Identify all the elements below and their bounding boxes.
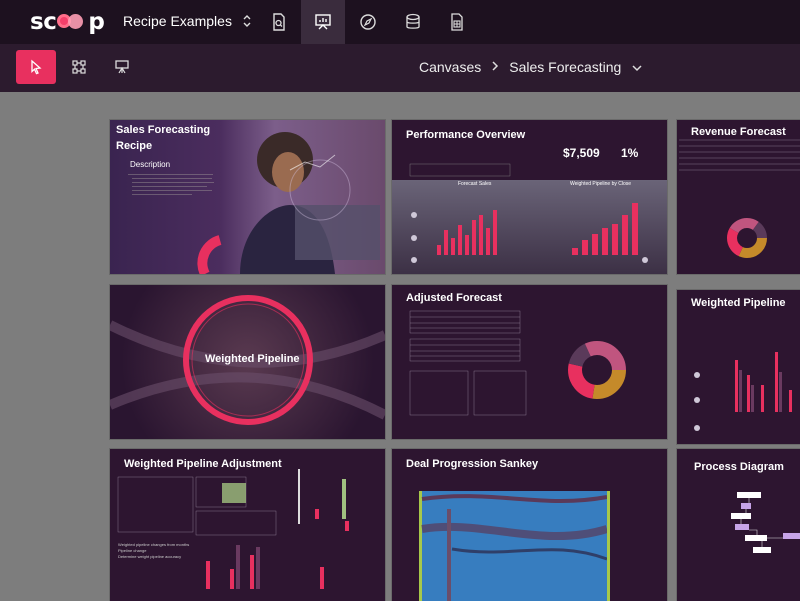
bullet-3: Determine weight pipeline accuracy — [118, 554, 182, 559]
breadcrumb: Canvases Sales Forecasting — [419, 59, 643, 75]
slide-adjusted-forecast[interactable]: Adjusted Forecast — [392, 285, 667, 439]
slide-performance-overview[interactable]: Performance Overview $7,509 1% Forecast … — [392, 120, 667, 274]
top-bar: sc p Recipe Examples — [0, 0, 800, 44]
slide-process-diagram[interactable]: Process Diagram — [677, 449, 800, 601]
slide-sales-forecasting[interactable]: Sales Forecasting Recipe Description — [110, 120, 385, 274]
breadcrumb-root[interactable]: Canvases — [419, 59, 481, 75]
chevron-down-icon[interactable] — [631, 59, 643, 75]
slide-title-2: Recipe — [116, 140, 153, 152]
slide-title: Weighted Pipeline — [205, 353, 300, 365]
slide-deal-progression-sankey[interactable]: Deal Progression Sankey — [392, 449, 667, 601]
tables-and-bars — [117, 469, 349, 589]
presentation-icon[interactable] — [301, 0, 345, 44]
slide-title: Sales Forecasting — [116, 124, 211, 136]
database-icon[interactable] — [391, 0, 435, 44]
canvas-toolbar — [0, 44, 800, 92]
slide-weighted-pipeline-adjustment[interactable]: Weighted Pipeline Adjustment Weighted pi… — [110, 449, 385, 601]
chevron-updown-icon — [242, 14, 252, 28]
project-selector[interactable]: Recipe Examples — [123, 13, 252, 29]
bar-chart — [694, 352, 792, 431]
logo-text-right: p — [88, 9, 105, 35]
slide-subtitle: Description — [130, 160, 171, 169]
slide-weighted-pipeline-chart[interactable]: Weighted Pipeline — [677, 290, 800, 444]
nodes-icon — [72, 60, 86, 74]
canvas-area[interactable]: Sales Forecasting Recipe Description Per… — [0, 92, 800, 601]
table-icon[interactable] — [435, 0, 479, 44]
present-tool[interactable] — [102, 50, 142, 84]
cursor-icon — [31, 59, 42, 75]
compass-icon[interactable] — [346, 0, 390, 44]
logo-text-left: sc — [30, 9, 57, 35]
bar-charts — [409, 163, 648, 263]
project-name: Recipe Examples — [123, 13, 232, 29]
scoop-logo[interactable]: sc p — [30, 8, 105, 36]
select-tool[interactable] — [16, 50, 56, 84]
flow-diagram — [731, 492, 800, 553]
table-and-donut — [679, 139, 800, 258]
connect-tool[interactable] — [59, 50, 99, 84]
search-doc-icon[interactable] — [257, 0, 301, 44]
breadcrumb-current: Sales Forecasting — [509, 59, 622, 75]
slide-revenue-forecast[interactable]: Revenue Forecast — [677, 120, 800, 274]
easel-icon — [115, 60, 129, 74]
logo-mark — [57, 12, 87, 32]
chevron-right-icon — [491, 59, 499, 75]
sankey-chart — [419, 491, 610, 601]
tables-and-donut — [409, 310, 626, 416]
slide-weighted-pipeline-title[interactable]: Weighted Pipeline — [110, 285, 385, 439]
